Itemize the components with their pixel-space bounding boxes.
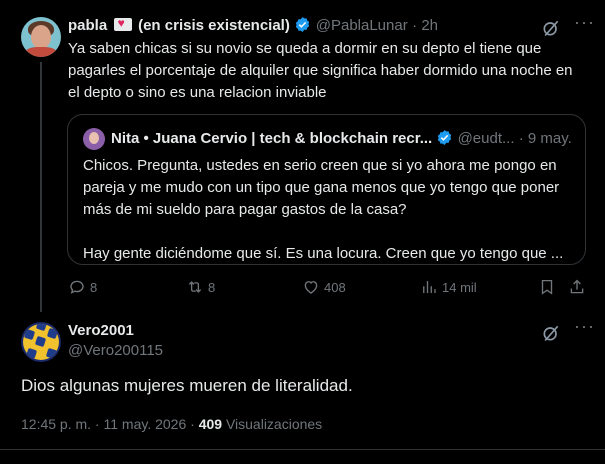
avatar[interactable] [21,322,61,362]
reply-button[interactable]: 8 [68,278,97,296]
grok-icon[interactable] [541,18,561,38]
quote-text: Chicos. Pregunta, ustedes en serio creen… [83,155,578,265]
more-options-icon[interactable]: ··· [574,12,595,33]
quote-time: · 9 may. [518,130,572,147]
quote-author-handle: @eudt... [457,130,515,147]
like-count: 408 [324,279,346,295]
quote-paragraph-2: Hay gente diciéndome que sí. Es una locu… [83,245,564,262]
reply-text: Dios algunas mujeres mueren de literalid… [21,376,353,395]
tweet-header: pabla (en crisis existencial) @PablaLuna… [68,16,438,35]
retweet-icon [188,281,202,293]
divider [0,449,605,450]
reply-icon [70,280,84,294]
soccer-ball-icon [23,324,59,360]
reply-views-count: 409 [198,416,223,432]
share-button[interactable] [568,278,590,296]
retweet-count: 8 [208,279,216,295]
view-count: 14 mil [442,279,477,295]
like-button[interactable]: 408 [302,278,346,296]
reply-author-handle[interactable]: @Vero200115 [68,342,163,360]
bookmark-button[interactable] [538,278,560,296]
bookmark-icon [541,279,553,295]
verified-badge-icon[interactable] [294,16,311,33]
thread-line [40,62,42,312]
verified-badge-icon [438,130,452,145]
quote-avatar [83,128,105,150]
tweet-text: Ya saben chicas si su novio se queda a d… [68,40,573,101]
reply-author-name[interactable]: Vero2001 [68,322,134,340]
author-name-suffix[interactable]: (en crisis existencial) [138,17,290,34]
reply-name-text[interactable]: Vero2001 [68,322,134,339]
tweet-actions: 8 8 408 14 mil [0,278,605,300]
more-options-icon[interactable]: ··· [574,316,595,337]
views-button[interactable]: 14 mil [420,278,477,296]
reply-count: 8 [90,279,98,295]
reply-timestamp[interactable]: 12:45 p. m. · 11 may. 2026 · [21,416,195,432]
analytics-icon [423,281,436,293]
quote-header: Nita • Juana Cervio | tech & blockchain … [111,129,572,147]
author-name[interactable]: pabla [68,17,107,34]
quoted-tweet[interactable]: Nita • Juana Cervio | tech & blockchain … [67,114,586,265]
retweet-button[interactable]: 8 [186,278,215,296]
reply-handle-text[interactable]: @Vero200115 [68,342,163,359]
reply-meta: 12:45 p. m. · 11 may. 2026 · 409 Visuali… [21,416,322,432]
quote-author-name: Nita • Juana Cervio | tech & blockchain … [111,130,433,147]
heart-icon [304,281,318,294]
tweet-time[interactable]: · 2h [412,17,438,34]
avatar[interactable] [21,17,61,57]
author-handle[interactable]: @PablaLunar [316,17,408,34]
grok-icon[interactable] [541,323,561,343]
heart-emoji-icon [113,16,132,31]
quote-paragraph-1: Chicos. Pregunta, ustedes en serio creen… [83,157,560,218]
share-icon [570,279,584,294]
reply-views-label: Visualizaciones [225,416,323,432]
